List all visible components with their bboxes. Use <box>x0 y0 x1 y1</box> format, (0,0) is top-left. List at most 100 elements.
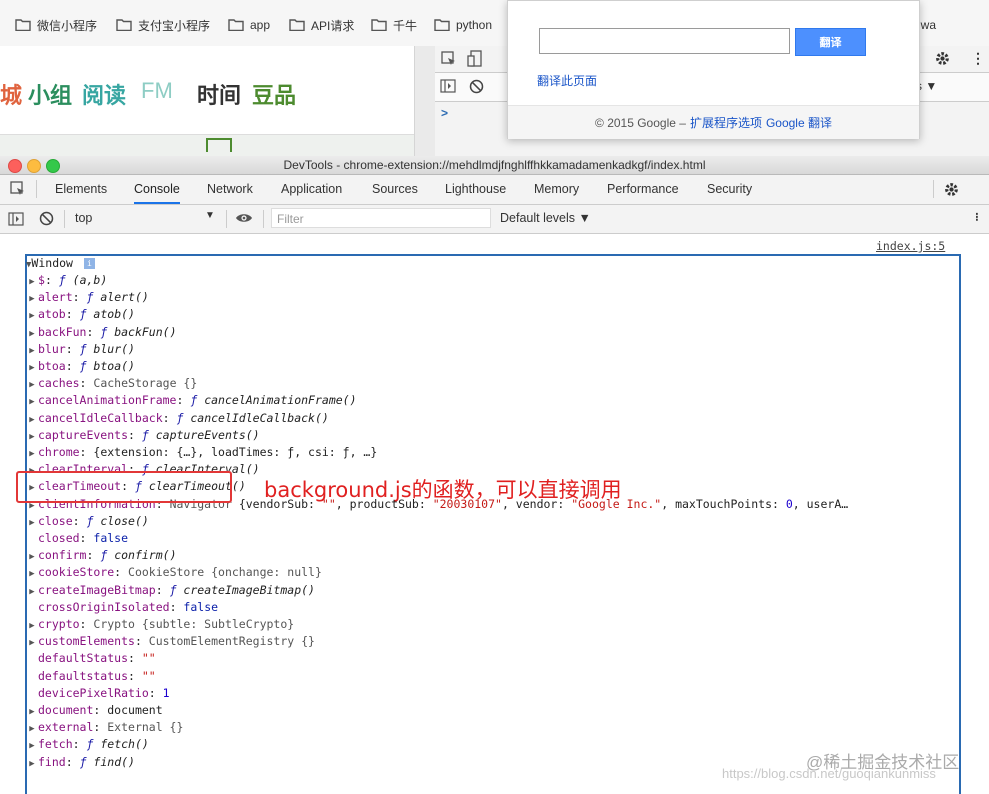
expand-triangle-icon[interactable]: ▶ <box>26 291 38 306</box>
sidebar-toggle-icon[interactable] <box>440 79 456 96</box>
expand-triangle-icon[interactable]: ▶ <box>26 635 38 650</box>
property-row[interactable]: ▶ external: External {} <box>26 719 960 736</box>
property-row[interactable]: ▶ caches: CacheStorage {} <box>26 375 960 392</box>
property-row[interactable]: ▶ cancelIdleCallback: ƒ cancelIdleCallbac… <box>26 410 960 427</box>
nav-item[interactable]: 豆品 <box>252 78 296 110</box>
property-row[interactable]: ▶ close: ƒ close() <box>26 513 960 530</box>
property-key: $ <box>38 273 45 287</box>
expand-triangle-icon[interactable]: ▶ <box>26 756 38 771</box>
expand-triangle-icon[interactable]: ▶ <box>26 721 38 736</box>
bookmark-folder[interactable]: API请求 <box>289 16 354 34</box>
tab-memory[interactable]: Memory <box>534 175 579 204</box>
property-key: external <box>38 720 94 735</box>
sidebar-toggle-icon[interactable] <box>8 212 24 229</box>
google-translate-link[interactable]: Google 翻译 <box>766 114 832 131</box>
nav-item[interactable]: 城 <box>0 78 22 110</box>
property-row[interactable]: ▶ captureEvents: ƒ captureEvents() <box>26 427 960 444</box>
bookmark-folder[interactable]: app <box>228 16 270 34</box>
property-key: close <box>38 513 73 528</box>
property-row[interactable]: ▶ confirm: ƒ confirm() <box>26 547 960 564</box>
bookmark-folder[interactable]: python <box>434 16 492 34</box>
tab-network[interactable]: Network <box>207 175 253 204</box>
property-row[interactable]: ▶ crypto: Crypto {subtle: SubtleCrypto} <box>26 616 960 633</box>
log-levels-dropdown[interactable]: Default levels ▼ <box>500 211 591 225</box>
bookmark-folder[interactable]: 千牛 <box>371 16 417 34</box>
expand-triangle-icon[interactable]: ▶ <box>26 377 38 392</box>
property-row[interactable]: ▶ atob: ƒ atob() <box>26 306 960 323</box>
device-icon[interactable] <box>467 50 483 71</box>
extension-options-link[interactable]: 扩展程序选项 <box>690 114 762 131</box>
nav-item[interactable]: 时间 <box>197 78 241 110</box>
translate-button[interactable]: 翻译 <box>795 28 866 56</box>
property-row[interactable]: ▶ cookieStore: CookieStore {onchange: nul… <box>26 564 960 581</box>
divider <box>64 210 65 228</box>
property-row[interactable]: ▶ chrome: {extension: {…}, loadTimes: ƒ, … <box>26 444 960 461</box>
gear-icon[interactable] <box>934 50 951 70</box>
expand-triangle-icon[interactable]: ▶ <box>26 704 38 719</box>
inspect-icon[interactable] <box>441 51 457 70</box>
property-value: btoa() <box>93 359 135 373</box>
property-row[interactable]: ▶ $: ƒ (a,b) <box>26 272 960 289</box>
window-title: DevTools - chrome-extension://mehdlmdjfn… <box>283 158 706 172</box>
property-row[interactable]: ▶ alert: ƒ alert() <box>26 289 960 306</box>
expand-triangle-icon[interactable]: ▶ <box>26 412 38 427</box>
property-row[interactable]: ▶ customElements: CustomElementRegistry {… <box>26 633 960 650</box>
expand-triangle-icon[interactable]: ▶ <box>26 308 38 323</box>
expand-triangle-icon[interactable]: ▶ <box>26 343 38 358</box>
eye-icon[interactable] <box>235 212 253 227</box>
property-row[interactable]: ▶ blur: ƒ blur() <box>26 341 960 358</box>
nav-item[interactable]: FM <box>141 78 173 104</box>
property-row[interactable]: ▶ btoa: ƒ btoa() <box>26 358 960 375</box>
splitter[interactable] <box>414 46 436 156</box>
property-row[interactable]: ▶ backFun: ƒ backFun() <box>26 324 960 341</box>
more-icon[interactable]: ⁝ <box>975 210 979 224</box>
bookmark-folder[interactable]: 支付宝小程序 <box>116 16 210 34</box>
property-row[interactable]: ▶ cancelAnimationFrame: ƒ cancelAnimation… <box>26 392 960 409</box>
tab-sources[interactable]: Sources <box>372 175 418 204</box>
expand-triangle-icon[interactable]: ▶ <box>26 618 38 633</box>
expand-triangle-icon[interactable]: ▶ <box>26 360 38 375</box>
context-selector[interactable]: top <box>75 211 92 225</box>
chevron-down-icon[interactable]: ▼ <box>205 210 215 221</box>
more-icon[interactable]: ⋮ <box>971 50 985 67</box>
expand-triangle-icon[interactable]: ▶ <box>26 566 38 581</box>
clear-console-icon[interactable] <box>39 211 54 229</box>
tab-console[interactable]: Console <box>134 175 180 204</box>
bookmark-folder[interactable]: 微信小程序 <box>15 16 97 34</box>
property-value: blur() <box>93 341 135 356</box>
clear-icon[interactable] <box>469 79 484 97</box>
property-row[interactable]: ▶ document: document <box>26 702 960 719</box>
object-root[interactable]: ▼Window i <box>26 255 95 272</box>
expand-triangle-icon[interactable]: ▶ <box>26 549 38 564</box>
tab-application[interactable]: Application <box>281 175 342 204</box>
expand-triangle-icon[interactable]: ▶ <box>26 274 38 289</box>
nav-item[interactable]: 阅读 <box>82 78 126 110</box>
close-window-button[interactable] <box>8 159 22 173</box>
source-link[interactable]: index.js:5 <box>876 239 945 253</box>
info-icon[interactable]: i <box>83 258 95 269</box>
filter-input[interactable]: Filter <box>271 208 491 228</box>
tab-lighthouse[interactable]: Lighthouse <box>445 175 506 204</box>
bookmark-label: 支付宝小程序 <box>138 18 211 33</box>
expand-triangle-icon[interactable]: ▶ <box>26 738 38 753</box>
expand-triangle-icon[interactable]: ▶ <box>26 584 38 599</box>
copyright-text: © 2015 Google – <box>595 115 686 130</box>
minimize-window-button[interactable] <box>27 159 41 173</box>
tab-performance[interactable]: Performance <box>607 175 679 204</box>
property-row[interactable]: ▶ createImageBitmap: ƒ createImageBitmap(… <box>26 582 960 599</box>
nav-item[interactable]: 小组 <box>28 78 72 110</box>
translate-input[interactable] <box>539 28 790 54</box>
expand-triangle-icon[interactable]: ▶ <box>26 326 38 341</box>
zoom-window-button[interactable] <box>46 159 60 173</box>
translate-page-link[interactable]: 翻译此页面 <box>537 72 597 89</box>
inspect-icon[interactable] <box>10 181 26 200</box>
expand-triangle-icon[interactable]: ▶ <box>26 446 38 461</box>
gear-icon[interactable] <box>943 181 960 201</box>
tab-elements[interactable]: Elements <box>55 175 107 204</box>
bookmark-label: API请求 <box>311 18 355 33</box>
bookmark-item[interactable]: iwa <box>918 16 936 34</box>
expand-triangle-icon[interactable]: ▶ <box>26 515 38 530</box>
expand-triangle-icon[interactable]: ▶ <box>26 429 38 444</box>
tab-security[interactable]: Security <box>707 175 752 204</box>
expand-triangle-icon[interactable]: ▶ <box>26 394 38 409</box>
